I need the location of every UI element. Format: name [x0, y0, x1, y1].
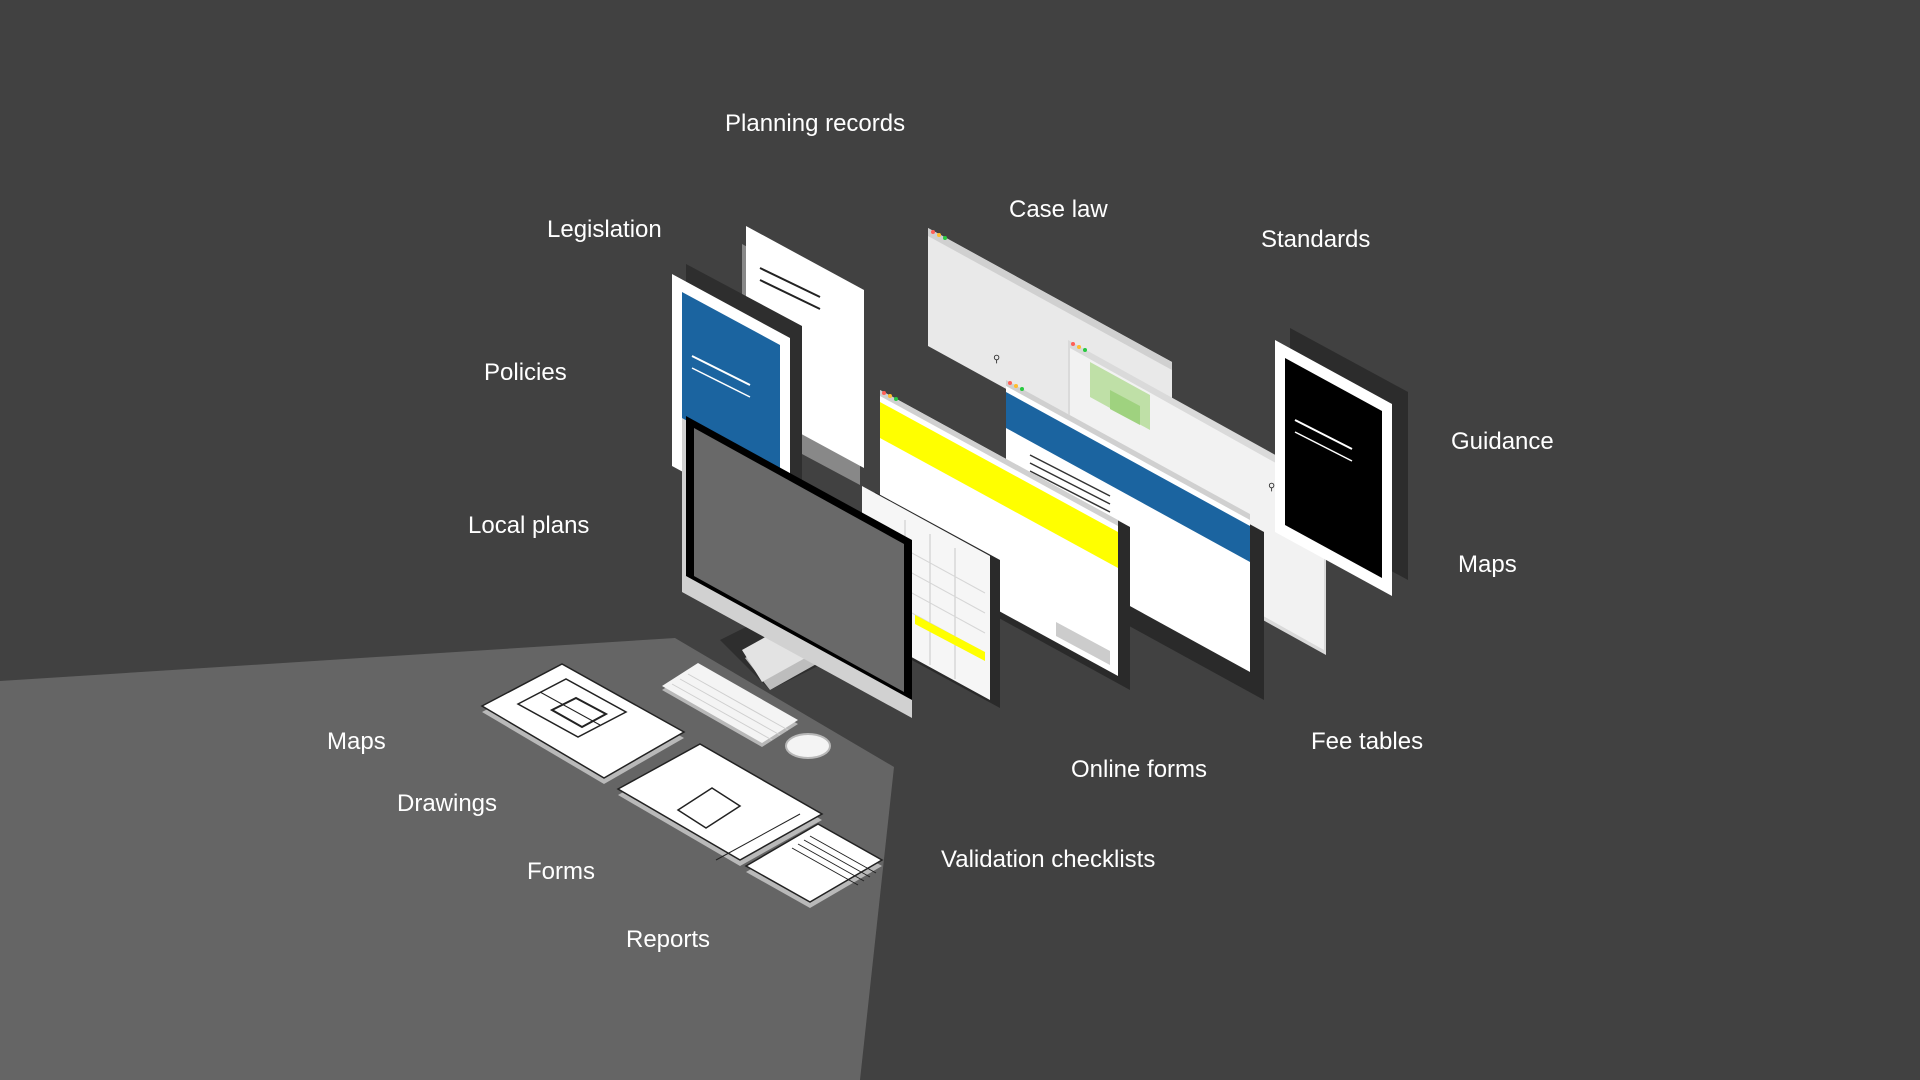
- label-forms: Forms: [527, 858, 595, 885]
- label-case-law: Case law: [1009, 196, 1108, 223]
- label-guidance: Guidance: [1451, 428, 1554, 455]
- label-planning-records: Planning records: [725, 110, 906, 137]
- planning-data-illustration: ⚲ ⚲: [0, 226, 1408, 1080]
- svg-text:⚲: ⚲: [993, 354, 1000, 365]
- label-maps-left: Maps: [327, 728, 386, 755]
- svg-text:⚲: ⚲: [1268, 482, 1275, 493]
- label-maps-right: Maps: [1458, 551, 1517, 578]
- mouse: [785, 733, 831, 759]
- label-legislation: Legislation: [547, 216, 662, 243]
- label-standards: Standards: [1261, 226, 1371, 253]
- label-policies: Policies: [484, 359, 567, 386]
- label-drawings: Drawings: [397, 790, 498, 817]
- label-validation-checklists: Validation checklists: [941, 846, 1156, 873]
- label-reports: Reports: [626, 926, 711, 953]
- label-fee-tables: Fee tables: [1311, 728, 1424, 755]
- label-online-forms: Online forms: [1071, 756, 1208, 783]
- label-local-plans: Local plans: [468, 512, 590, 539]
